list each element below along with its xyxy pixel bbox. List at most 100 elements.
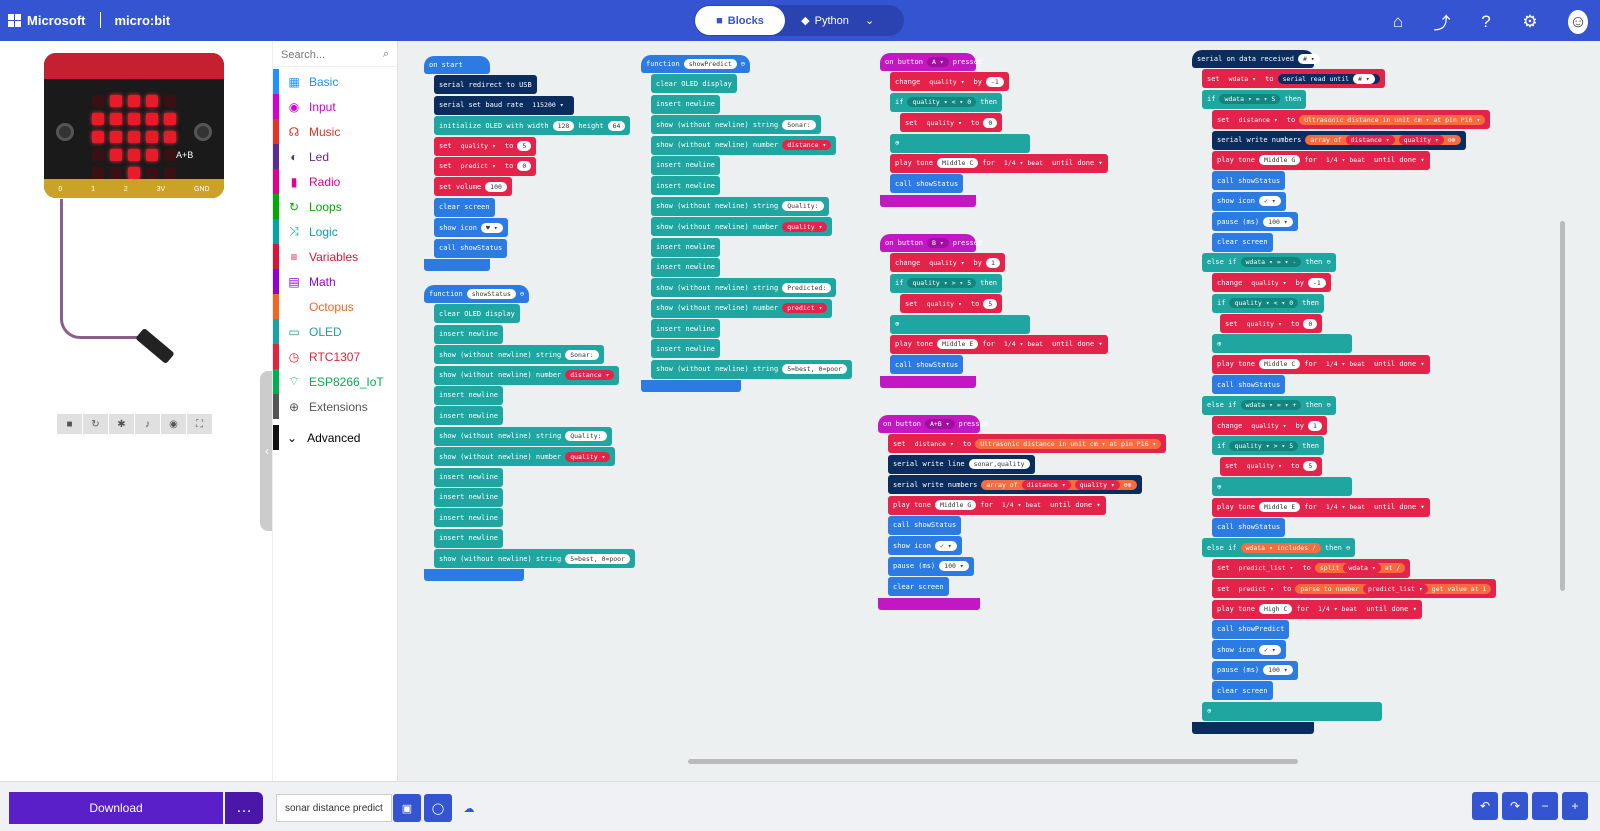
pin-0[interactable]: 0: [58, 186, 62, 193]
block[interactable]: call showStatus: [890, 174, 964, 194]
redo-icon[interactable]: ↷: [1502, 792, 1528, 820]
category-logic[interactable]: ⤨ Logic: [273, 219, 397, 244]
if-block-end[interactable]: ⊕: [1212, 334, 1352, 354]
category-radio[interactable]: ▮ Radio: [273, 169, 397, 194]
block[interactable]: call showStatus: [1212, 375, 1286, 395]
block[interactable]: pause (ms) 100 ▾: [1212, 212, 1298, 232]
block[interactable]: pause (ms) 100 ▾: [1212, 660, 1298, 680]
block[interactable]: show (without newline) string Sonar:: [651, 115, 821, 135]
block[interactable]: clear OLED display: [434, 304, 520, 324]
gear-icon[interactable]: ⚙: [1520, 12, 1540, 32]
if-block-end[interactable]: ⊕: [1212, 477, 1352, 497]
category-led[interactable]: ◐ Led: [273, 144, 397, 169]
zoom-out-icon[interactable]: −: [1532, 792, 1558, 820]
block[interactable]: change quality ▾ by -1: [1212, 273, 1331, 293]
block[interactable]: if quality ▾ > ▾ 5 then: [890, 273, 1002, 293]
block[interactable]: show (without newline) number distance ▾: [651, 135, 837, 155]
button-a[interactable]: [56, 123, 74, 141]
on-button-a-block[interactable]: on button A ▾ pressed: [880, 53, 982, 71]
block[interactable]: else if wdata ▾ = ▾ - then ⊖: [1202, 252, 1336, 272]
block[interactable]: show (without newline) number distance ▾: [434, 365, 620, 385]
block[interactable]: else if wdata ▾ = ▾ + then ⊖: [1202, 395, 1336, 415]
on-start-block[interactable]: on start: [424, 56, 490, 74]
category-esp8266-iot[interactable]: ⌔ ESP8266_IoT: [273, 369, 397, 394]
block[interactable]: set distance ▾ to Ultrasonic distance in…: [1212, 110, 1491, 130]
block[interactable]: set quality ▾ to 5: [1220, 456, 1323, 476]
category-variables[interactable]: ≡ Variables: [273, 244, 397, 269]
save-icon[interactable]: ▣: [393, 794, 421, 822]
block[interactable]: insert newline: [434, 406, 504, 426]
block[interactable]: show (without newline) string Sonar:: [434, 345, 604, 365]
chevron-down-icon[interactable]: ⌄: [865, 6, 874, 35]
serial-on-data-stack[interactable]: serial on data received # ▾ set wdata ▾ …: [1192, 50, 1497, 734]
block[interactable]: set predict_list ▾ to split wdata ▾ at /: [1212, 558, 1411, 578]
block[interactable]: show (without newline) string Quality:: [434, 426, 612, 446]
block[interactable]: show icon ✓ ▾: [1212, 640, 1286, 660]
on-button-b-block[interactable]: on button B ▾ pressed: [880, 234, 982, 252]
search-input[interactable]: Search...: [281, 49, 325, 61]
block[interactable]: insert newline: [434, 467, 504, 487]
download-button[interactable]: Download: [9, 792, 223, 824]
block[interactable]: clear screen: [888, 577, 949, 597]
block[interactable]: call showPredict: [1212, 619, 1290, 639]
block[interactable]: set quality ▾ to 5: [900, 294, 1003, 314]
block[interactable]: if quality ▾ < ▾ 0 then: [1212, 293, 1324, 313]
python-tab[interactable]: ◆ Python: [785, 6, 865, 35]
block[interactable]: show icon ✓ ▾: [1212, 191, 1286, 211]
block[interactable]: clear screen: [1212, 232, 1273, 252]
home-icon[interactable]: ⌂: [1388, 12, 1408, 32]
block[interactable]: insert newline: [651, 94, 721, 114]
block[interactable]: call showStatus: [888, 515, 962, 535]
block[interactable]: pause (ms) 100 ▾: [888, 556, 974, 576]
block[interactable]: if quality ▾ < ▾ 0 then: [890, 92, 1002, 112]
block[interactable]: call showStatus: [1212, 171, 1286, 191]
toolbox-search[interactable]: Search... ⌕: [273, 43, 397, 67]
block[interactable]: insert newline: [651, 319, 721, 339]
category-rtc1307[interactable]: ◷ RTC1307: [273, 344, 397, 369]
search-icon[interactable]: ⌕: [383, 48, 389, 61]
microbit-board[interactable]: A+B 0 1 2 3V GND: [44, 53, 224, 198]
block[interactable]: change quality ▾ by 1: [1212, 416, 1327, 436]
zoom-in-icon[interactable]: +: [1562, 792, 1588, 820]
on-button-b-stack[interactable]: on button B ▾ pressed change quality ▾ b…: [880, 234, 1108, 388]
block[interactable]: insert newline: [434, 487, 504, 507]
blocks-tab[interactable]: ■ Blocks: [695, 6, 785, 35]
serial-on-data-block[interactable]: serial on data received # ▾: [1192, 50, 1320, 68]
horizontal-scrollbar[interactable]: [688, 759, 1298, 764]
block[interactable]: set predict ▾ to 0: [434, 156, 537, 176]
block[interactable]: play tone Middle E for 1/4 ▾ beat until …: [1212, 497, 1430, 517]
block[interactable]: else if wdata ▾ includes / then ⊖: [1202, 538, 1356, 558]
block[interactable]: insert newline: [651, 257, 721, 277]
block[interactable]: call showStatus: [890, 355, 964, 375]
stop-icon[interactable]: ■: [57, 414, 82, 434]
block[interactable]: insert newline: [434, 528, 504, 548]
block[interactable]: insert newline: [434, 324, 504, 344]
block[interactable]: change quality ▾ by -1: [890, 72, 1009, 92]
debug-icon[interactable]: ✱: [109, 414, 134, 434]
function-showstatus-stack[interactable]: function showStatus ⊖ clear OLED display…: [424, 285, 636, 582]
blocks-workspace[interactable]: on start serial redirect to USB serial s…: [398, 41, 1600, 781]
block[interactable]: play tone Middle C for 1/4 ▾ beat until …: [890, 153, 1108, 173]
block[interactable]: set predict ▾ to parse to number predict…: [1212, 579, 1497, 599]
block[interactable]: show (without newline) number quality ▾: [651, 217, 833, 237]
fullscreen-icon[interactable]: ⛶: [187, 414, 212, 434]
block[interactable]: call showStatus: [1212, 517, 1286, 537]
pin-1[interactable]: 1: [91, 186, 95, 193]
screenshot-icon[interactable]: ◉: [161, 414, 186, 434]
project-name-input[interactable]: [276, 794, 392, 822]
block[interactable]: show icon ♥ ▾: [434, 218, 508, 238]
block[interactable]: play tone Middle G for 1/4 ▾ beat until …: [888, 495, 1106, 515]
category-music[interactable]: ☊ Music: [273, 119, 397, 144]
category-advanced[interactable]: ⌄ Advanced: [273, 425, 397, 450]
block[interactable]: show (without newline) string 5=best, 0=…: [651, 359, 853, 379]
block[interactable]: insert newline: [651, 176, 721, 196]
block[interactable]: set distance ▾ to Ultrasonic distance in…: [888, 434, 1167, 454]
block[interactable]: play tone High C for 1/4 ▾ beat until do…: [1212, 599, 1422, 619]
block[interactable]: set volume 100: [434, 177, 512, 197]
block[interactable]: set wdata ▾ to serial read until # ▾: [1202, 69, 1385, 89]
block[interactable]: play tone Middle G for 1/4 ▾ beat until …: [1212, 150, 1430, 170]
restart-icon[interactable]: ↻: [83, 414, 108, 434]
block[interactable]: initialize OLED with width 128 height 64: [434, 116, 631, 136]
category-octopus[interactable]: Octopus: [273, 294, 397, 319]
block[interactable]: if quality ▾ > ▾ 5 then: [1212, 436, 1324, 456]
